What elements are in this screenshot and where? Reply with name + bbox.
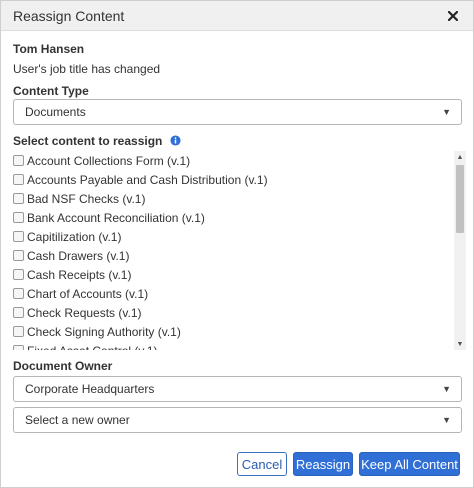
scroll-down-icon[interactable]: ▼	[454, 338, 466, 350]
reassign-button[interactable]: Reassign	[293, 452, 353, 476]
user-name: Tom Hansen	[13, 42, 85, 56]
dialog-title: Reassign Content	[13, 7, 125, 24]
content-list-scrollbar[interactable]: ▲ ▼	[454, 151, 466, 350]
list-item-label: Accounts Payable and Cash Distribution (…	[27, 172, 268, 187]
chevron-down-icon: ▼	[442, 415, 451, 425]
cancel-button[interactable]: Cancel	[237, 452, 287, 476]
list-item-label: Bank Account Reconciliation (v.1)	[27, 210, 205, 225]
info-circle-icon-glyph	[170, 135, 181, 146]
owner-placeholder: Select a new owner	[25, 413, 130, 427]
content-type-select[interactable]: Documents ▼	[13, 99, 462, 125]
keep-all-content-button[interactable]: Keep All Content	[359, 452, 460, 476]
content-checkbox[interactable]	[13, 155, 24, 166]
list-item[interactable]: Cash Receipts (v.1)	[13, 265, 453, 284]
scroll-thumb[interactable]	[456, 165, 464, 233]
content-type-value: Documents	[25, 105, 86, 119]
content-list-items: Account Collections Form (v.1) Accounts P…	[13, 151, 453, 350]
list-item[interactable]: Check Signing Authority (v.1)	[13, 322, 453, 341]
content-checkbox[interactable]	[13, 307, 24, 318]
content-checkbox[interactable]	[13, 326, 24, 337]
dialog-footer: Cancel Reassign Keep All Content	[237, 452, 460, 476]
info-circle-icon[interactable]	[170, 135, 181, 149]
content-list[interactable]: Account Collections Form (v.1) Accounts P…	[13, 151, 466, 350]
close-icon-glyph	[448, 10, 458, 21]
content-checkbox[interactable]	[13, 345, 24, 350]
reassign-content-dialog: Reassign Content Tom Hansen User's job t…	[0, 0, 474, 488]
list-item-label: Check Signing Authority (v.1)	[27, 324, 181, 339]
list-item-label: Bad NSF Checks (v.1)	[27, 191, 146, 206]
chevron-down-icon: ▼	[442, 107, 451, 117]
list-item-label: Cash Receipts (v.1)	[27, 267, 132, 282]
close-icon[interactable]	[445, 8, 461, 24]
owner-select[interactable]: Select a new owner ▼	[13, 407, 462, 433]
user-note: User's job title has changed	[13, 62, 161, 76]
list-item[interactable]: Bad NSF Checks (v.1)	[13, 189, 453, 208]
dialog-titlebar: Reassign Content	[1, 1, 473, 31]
list-item[interactable]: Chart of Accounts (v.1)	[13, 284, 453, 303]
content-checkbox[interactable]	[13, 269, 24, 280]
list-item[interactable]: Accounts Payable and Cash Distribution (…	[13, 170, 453, 189]
content-checkbox[interactable]	[13, 250, 24, 261]
document-owner-label: Document Owner	[13, 359, 113, 373]
list-item[interactable]: Check Requests (v.1)	[13, 303, 453, 322]
content-type-label: Content Type	[13, 84, 89, 98]
list-item[interactable]: Fixed Asset Control (v.1)	[13, 341, 453, 350]
content-checkbox[interactable]	[13, 193, 24, 204]
list-item-label: Chart of Accounts (v.1)	[27, 286, 149, 301]
content-checkbox[interactable]	[13, 212, 24, 223]
chevron-down-icon: ▼	[442, 384, 451, 394]
list-item[interactable]: Bank Account Reconciliation (v.1)	[13, 208, 453, 227]
list-item[interactable]: Account Collections Form (v.1)	[13, 151, 453, 170]
list-item-label: Cash Drawers (v.1)	[27, 248, 130, 263]
list-item-label: Fixed Asset Control (v.1)	[27, 344, 158, 351]
content-checkbox[interactable]	[13, 231, 24, 242]
scroll-up-icon[interactable]: ▲	[454, 151, 466, 163]
department-value: Corporate Headquarters	[25, 382, 155, 396]
list-item-label: Capitilization (v.1)	[27, 229, 122, 244]
content-checkbox[interactable]	[13, 174, 24, 185]
department-select[interactable]: Corporate Headquarters ▼	[13, 376, 462, 402]
list-item-label: Check Requests (v.1)	[27, 305, 142, 320]
select-content-label: Select content to reassign	[13, 134, 181, 149]
list-item[interactable]: Capitilization (v.1)	[13, 227, 453, 246]
list-item-label: Account Collections Form (v.1)	[27, 153, 191, 168]
list-item[interactable]: Cash Drawers (v.1)	[13, 246, 453, 265]
content-checkbox[interactable]	[13, 288, 24, 299]
select-content-label-text: Select content to reassign	[13, 134, 163, 148]
